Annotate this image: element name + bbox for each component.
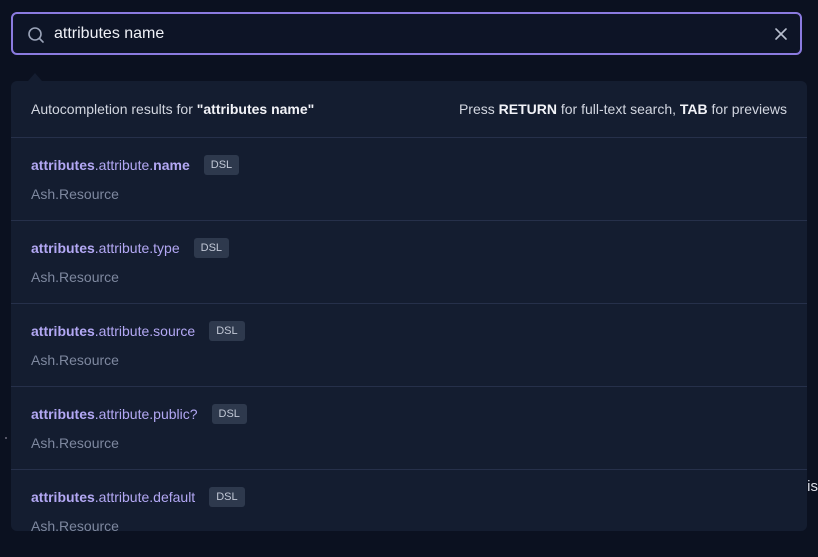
result-module: Ash.Resource <box>31 269 119 285</box>
result-key: attributes <box>31 240 95 256</box>
autocomplete-header: Autocompletion results for "attributes n… <box>11 81 807 138</box>
search-bar[interactable] <box>11 12 802 55</box>
return-key-label: RETURN <box>498 101 557 117</box>
result-path: .attribute.public? <box>94 406 198 422</box>
result-path: .attribute.type <box>94 240 180 256</box>
result-item[interactable]: attributes .attribute.public? DSL Ash.Res… <box>11 387 807 470</box>
dsl-badge: DSL <box>209 487 245 507</box>
background-text: is <box>807 478 818 495</box>
background-artifact <box>5 437 7 439</box>
result-path: .attribute.source <box>94 323 196 339</box>
result-key: attributes <box>31 157 95 173</box>
results-summary: Autocompletion results for "attributes n… <box>31 101 315 117</box>
tab-key-label: TAB <box>679 101 708 117</box>
dsl-badge: DSL <box>211 404 247 424</box>
result-path: .attribute.default <box>94 489 196 505</box>
result-module: Ash.Resource <box>31 186 119 202</box>
result-item[interactable]: attributes .attribute. name DSL Ash.Resour… <box>11 138 807 221</box>
dsl-badge: DSL <box>193 238 230 258</box>
result-key: attributes <box>31 323 95 339</box>
dsl-badge: DSL <box>203 155 240 175</box>
query-echo: "attributes name" <box>196 101 315 117</box>
search-icon <box>28 27 44 43</box>
search-input[interactable] <box>54 14 734 53</box>
keyboard-hint: Press RETURN for full-text search, TAB f… <box>458 101 787 117</box>
result-module: Ash.Resource <box>31 352 119 368</box>
result-module: Ash.Resource <box>31 435 119 451</box>
result-item[interactable]: attributes .attribute.default DSL Ash.Res… <box>11 470 807 531</box>
result-key: attributes <box>31 489 95 505</box>
result-item[interactable]: attributes .attribute.source DSL Ash.Reso… <box>11 304 807 387</box>
result-path: .attribute. <box>94 157 154 173</box>
dropdown-pointer <box>28 73 42 81</box>
dsl-badge: DSL <box>209 321 245 341</box>
autocomplete-dropdown: Autocompletion results for "attributes n… <box>11 81 807 531</box>
close-icon[interactable] <box>774 27 788 41</box>
result-key: attributes <box>31 406 95 422</box>
result-module: Ash.Resource <box>31 518 119 531</box>
result-item[interactable]: attributes .attribute.type DSL Ash.Resour… <box>11 221 807 304</box>
result-match: name <box>153 157 190 173</box>
